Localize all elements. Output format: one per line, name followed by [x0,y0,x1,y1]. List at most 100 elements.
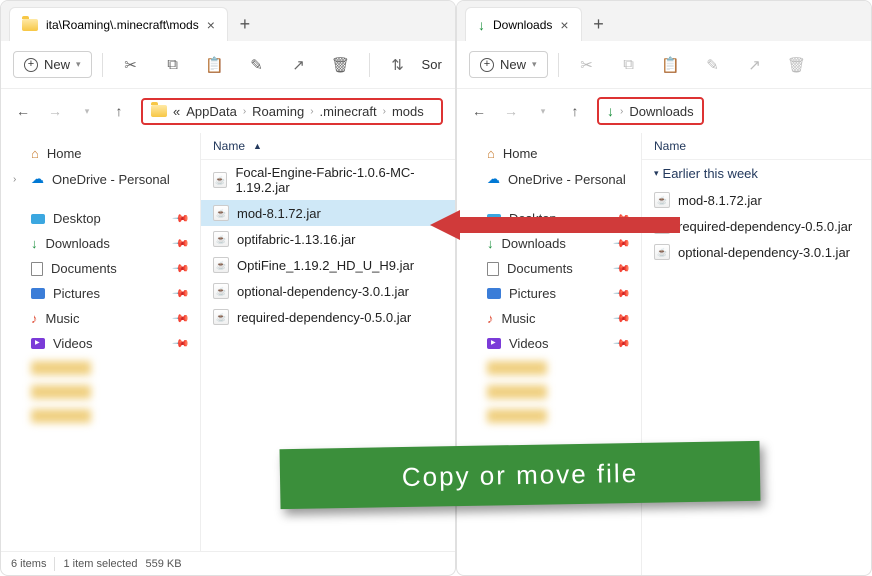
new-button[interactable]: + New ▾ [13,51,92,78]
forward-button[interactable]: → [501,103,521,119]
pin-icon: 📌 [613,309,632,328]
toolbar: + New ▾ ✂ ⧉ 📋 ✎ ↗ 🗑 [457,41,871,89]
sidebar-item-home[interactable]: ⌂Home [461,141,637,166]
up-button[interactable]: ↑ [109,103,129,119]
pin-icon: 📌 [613,259,632,278]
breadcrumb-segment[interactable]: .minecraft [320,104,377,119]
back-button[interactable]: ← [469,103,489,119]
file-row[interactable]: ☕optional-dependency-3.0.1.jar [642,239,871,265]
breadcrumb-segment[interactable]: AppData [186,104,237,119]
sidebar-item-videos[interactable]: Videos📌 [5,331,196,356]
sidebar-item-pictures[interactable]: Pictures📌 [5,281,196,306]
chevron-down-icon: ▾ [76,59,81,70]
pin-icon: 📌 [172,209,191,228]
column-header-name[interactable]: Name [642,133,871,160]
group-header[interactable]: ▾Earlier this week [642,160,871,187]
pictures-icon [31,288,45,299]
sort-indicator-icon: ▲ [253,141,262,151]
sort-icon[interactable]: ⇅ [380,49,416,81]
share-icon[interactable]: ↗ [281,49,317,81]
close-icon[interactable]: × [560,17,568,33]
sidebar-item-music[interactable]: ♪Music📌 [461,306,637,331]
delete-icon[interactable]: 🗑 [323,49,359,81]
new-tab-button[interactable]: + [228,7,262,41]
sidebar-item-documents[interactable]: Documents📌 [5,256,196,281]
chevron-down-icon[interactable]: ▾ [77,106,97,117]
breadcrumb-segment[interactable]: mods [392,104,424,119]
pin-icon: 📌 [172,334,191,353]
delete-icon[interactable]: 🗑 [779,49,815,81]
sidebar-item-blurred [5,404,196,428]
up-button[interactable]: ↑ [565,103,585,119]
documents-icon [31,262,43,276]
breadcrumb-segment[interactable]: Roaming [252,104,304,119]
file-list[interactable]: ☕mod-8.1.72.jar ☕required-dependency-0.5… [642,187,871,575]
chevron-down-icon[interactable]: ▾ [533,106,553,117]
paste-icon[interactable]: 📋 [197,49,233,81]
pin-icon: 📌 [172,309,191,328]
sidebar-item-downloads[interactable]: ↓Downloads📌 [5,231,196,256]
sidebar-item-onedrive[interactable]: ›☁OneDrive - Personal [5,166,196,192]
file-row[interactable]: ☕optifabric-1.13.16.jar [201,226,455,252]
jar-icon: ☕ [213,205,229,221]
chevron-down-icon: ▾ [532,59,537,70]
jar-icon: ☕ [213,309,229,325]
sidebar-item-home[interactable]: ⌂Home [5,141,196,166]
tab-title: ita\Roaming\.minecraft\mods [46,18,199,32]
tab-mods[interactable]: ita\Roaming\.minecraft\mods × [9,7,228,41]
annotation-banner: Copy or move file [280,441,761,509]
plus-icon: + [24,58,38,72]
breadcrumb[interactable]: ↓› Downloads [597,97,704,125]
sidebar-item-documents[interactable]: Documents📌 [461,256,637,281]
toolbar: + New ▾ ✂ ⧉ 📋 ✎ ↗ 🗑 ⇅ Sor [1,41,455,89]
music-icon: ♪ [487,311,494,326]
pin-icon: 📌 [172,259,191,278]
sort-label: Sor [422,57,442,72]
file-row[interactable]: ☕optional-dependency-3.0.1.jar [201,278,455,304]
sidebar-item-onedrive[interactable]: ☁OneDrive - Personal [461,166,637,192]
jar-icon: ☕ [654,192,670,208]
breadcrumb-segment[interactable]: Downloads [629,104,693,119]
new-tab-button[interactable]: + [582,7,616,41]
rename-icon[interactable]: ✎ [239,49,275,81]
copy-icon[interactable]: ⧉ [611,49,647,81]
back-button[interactable]: ← [13,103,33,119]
chevron-down-icon: ▾ [654,168,659,179]
forward-button[interactable]: → [45,103,65,119]
status-count: 6 items [11,558,46,570]
sidebar-item-blurred [5,380,196,404]
file-row[interactable]: ☕mod-8.1.72.jar [201,200,455,226]
cut-icon[interactable]: ✂ [113,49,149,81]
sidebar-item-music[interactable]: ♪Music📌 [5,306,196,331]
sidebar-item-blurred [461,380,637,404]
tab-downloads[interactable]: ↓ Downloads × [465,7,582,41]
sidebar-item-blurred [461,404,637,428]
cloud-icon: ☁ [487,171,500,187]
file-row[interactable]: ☕OptiFine_1.19.2_HD_U_H9.jar [201,252,455,278]
rename-icon[interactable]: ✎ [695,49,731,81]
paste-icon[interactable]: 📋 [653,49,689,81]
downloads-icon: ↓ [478,17,485,33]
sidebar-item-blurred [5,356,196,380]
jar-icon: ☕ [654,244,670,260]
pin-icon: 📌 [613,334,632,353]
sidebar: ⌂Home ›☁OneDrive - Personal Desktop📌 ↓Do… [1,133,201,551]
jar-icon: ☕ [213,283,229,299]
close-icon[interactable]: × [207,17,215,33]
copy-icon[interactable]: ⧉ [155,49,191,81]
column-header-name[interactable]: Name▲ [201,133,455,160]
tab-bar: ↓ Downloads × + [457,1,871,41]
share-icon[interactable]: ↗ [737,49,773,81]
cut-icon[interactable]: ✂ [569,49,605,81]
sidebar-item-videos[interactable]: Videos📌 [461,331,637,356]
file-row[interactable]: ☕required-dependency-0.5.0.jar [201,304,455,330]
sidebar-item-blurred [461,356,637,380]
sidebar-item-pictures[interactable]: Pictures📌 [461,281,637,306]
tab-bar: ita\Roaming\.minecraft\mods × + [1,1,455,41]
plus-icon: + [480,58,494,72]
file-row[interactable]: ☕Focal-Engine-Fabric-1.0.6-MC-1.19.2.jar [201,160,455,200]
music-icon: ♪ [31,311,38,326]
sidebar-item-desktop[interactable]: Desktop📌 [5,206,196,231]
breadcrumb[interactable]: « AppData› Roaming› .minecraft› mods [141,98,443,125]
new-button[interactable]: + New ▾ [469,51,548,78]
